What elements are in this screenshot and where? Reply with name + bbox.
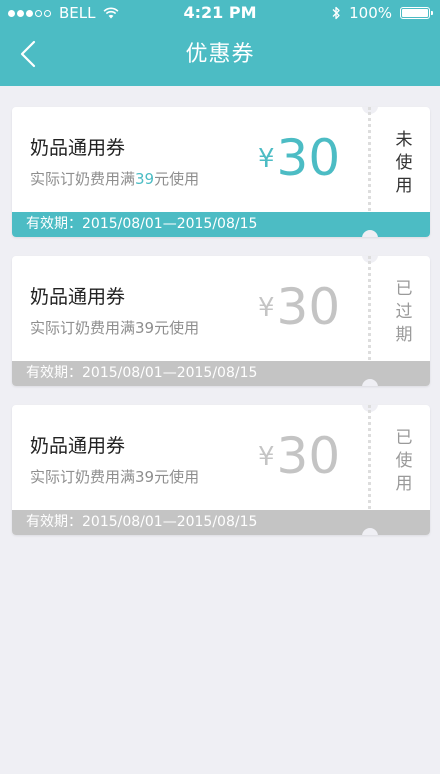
currency-symbol: ¥	[258, 144, 275, 174]
condition-suffix: 元使用	[154, 468, 200, 486]
coupon-condition: 实际订奶费用满39元使用	[30, 317, 199, 338]
condition-suffix: 元使用	[154, 319, 200, 337]
coupon-amount: ¥30	[258, 431, 340, 481]
condition-amount: 39	[135, 319, 155, 337]
battery-icon	[400, 7, 433, 19]
nav-bar: 优惠券	[0, 26, 440, 86]
status-bar: BELL 4:21 PM 100%	[0, 0, 440, 26]
coupon-card[interactable]: 奶品通用券 实际订奶费用满39元使用 ¥30 未使用 有效期：2015/08/0…	[12, 107, 430, 237]
condition-prefix: 实际订奶费用满	[30, 319, 136, 337]
amount-value: 30	[276, 129, 341, 187]
condition-suffix: 元使用	[154, 170, 200, 188]
header: BELL 4:21 PM 100% 优惠券	[0, 0, 440, 86]
coupon-condition: 实际订奶费用满39元使用	[30, 168, 199, 189]
coupon-condition: 实际订奶费用满39元使用	[30, 466, 199, 487]
status-right: 100%	[331, 0, 433, 26]
condition-amount: 39	[135, 468, 155, 486]
coupon-status: 未使用	[395, 130, 413, 196]
coupon-card[interactable]: 奶品通用券 实际订奶费用满39元使用 ¥30 已过期 有效期：2015/08/0…	[12, 256, 430, 386]
battery-percentage: 100%	[349, 4, 392, 22]
currency-symbol: ¥	[258, 442, 275, 472]
amount-value: 30	[276, 278, 341, 336]
condition-prefix: 实际订奶费用满	[30, 170, 136, 188]
coupon-name: 奶品通用券	[30, 137, 126, 159]
coupon-amount: ¥30	[258, 133, 340, 183]
coupon-name: 奶品通用券	[30, 435, 126, 457]
condition-prefix: 实际订奶费用满	[30, 468, 136, 486]
coupon-status: 已使用	[395, 428, 413, 494]
coupon-card[interactable]: 奶品通用券 实际订奶费用满39元使用 ¥30 已使用 有效期：2015/08/0…	[12, 405, 430, 535]
page-title: 优惠券	[185, 42, 255, 67]
coupon-name: 奶品通用券	[30, 286, 126, 308]
currency-symbol: ¥	[258, 293, 275, 323]
bluetooth-icon	[332, 6, 340, 20]
condition-amount: 39	[135, 170, 155, 188]
coupon-amount: ¥30	[258, 282, 340, 332]
coupon-status: 已过期	[395, 279, 413, 345]
amount-value: 30	[276, 427, 341, 485]
